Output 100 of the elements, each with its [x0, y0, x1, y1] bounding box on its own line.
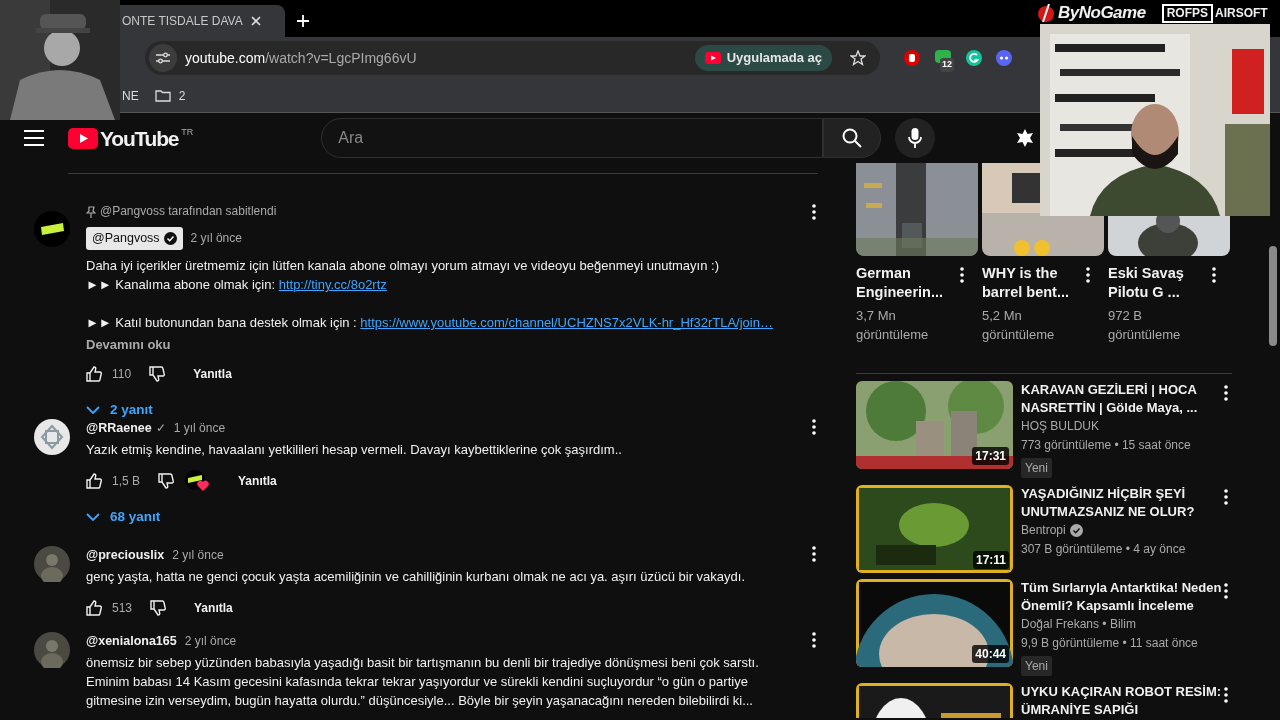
- reply-button[interactable]: Yanıtla: [220, 471, 295, 491]
- mic-icon: [908, 128, 923, 148]
- view-count: 5,2 Mn görüntüleme: [982, 307, 1056, 344]
- new-tab-icon[interactable]: [297, 15, 309, 27]
- extension-badge: 12: [940, 58, 954, 72]
- channel-name[interactable]: Bentropi: [1021, 521, 1066, 540]
- more-icon[interactable]: [1224, 489, 1228, 505]
- video-title[interactable]: KARAVAN GEZİLERİ | HOCA NASRETTİN | Gölde Maya, ...: [1021, 381, 1233, 417]
- chevron-icon: [86, 512, 100, 521]
- more-icon[interactable]: [812, 546, 816, 562]
- new-badge: Yeni: [1021, 458, 1052, 478]
- pinned-label: @Pangvoss tarafından sabitlendi: [100, 203, 277, 220]
- close-icon[interactable]: [250, 16, 261, 26]
- like-count: 110: [112, 365, 132, 383]
- logo-text: YouTube: [100, 127, 179, 149]
- video-title[interactable]: Tüm Sırlarıyla Antarktika! Neden Önemli? Kapsamlı İnceleme: [1021, 579, 1233, 615]
- video-meta: 9,9 B görüntüleme • 11 saat önce: [1021, 635, 1199, 652]
- more-icon[interactable]: [1224, 583, 1228, 599]
- more-icon[interactable]: [1212, 267, 1216, 283]
- badge-icon[interactable]: [1015, 128, 1036, 148]
- comment-time[interactable]: 2 yıl önce: [190, 229, 242, 248]
- video-meta: 307 B görüntüleme • 4 ay önce: [1021, 541, 1187, 558]
- video-meta: 773 görüntüleme • 15 saat önce: [1021, 437, 1192, 454]
- folder-icon: [154, 89, 171, 102]
- more-icon[interactable]: [812, 419, 816, 435]
- youtube-icon: [704, 52, 721, 64]
- sponsor-logo: ROFPS: [1161, 3, 1213, 23]
- author-name[interactable]: @xenialona165: [86, 632, 177, 651]
- like-icon[interactable]: [86, 473, 102, 489]
- dislike-icon[interactable]: [158, 473, 175, 489]
- chevron-icon: [86, 405, 100, 414]
- pin-icon: [86, 205, 96, 218]
- comment-time[interactable]: 2 yıl önce: [172, 546, 224, 565]
- like-count: 1,5 B: [112, 472, 141, 490]
- verified-icon: [163, 232, 177, 245]
- logo-icon: [1038, 4, 1054, 22]
- short-title[interactable]: German Engineerin...: [856, 264, 956, 302]
- avatar[interactable]: [34, 419, 70, 455]
- replies-button[interactable]: 68 yanıt: [86, 507, 161, 526]
- channel-name[interactable]: HOŞ BULDUK: [1021, 417, 1100, 436]
- comment-time[interactable]: 2 yıl önce: [184, 632, 237, 651]
- reply-button[interactable]: Yanıtla: [175, 364, 250, 384]
- comment-text: ►► Katıl butonundan bana destek olmak için : https://www.youtube.com/channel/UCHZNS7x2VLK-hr_Hf32rTLA/join…: [86, 314, 774, 332]
- avatar[interactable]: [34, 211, 70, 247]
- dislike-icon[interactable]: [150, 600, 167, 616]
- more-icon[interactable]: [1086, 267, 1090, 283]
- channel-name[interactable]: Doğal Frekans • Bilim: [1021, 615, 1136, 634]
- more-icon[interactable]: [960, 267, 964, 283]
- search-field[interactable]: Ara: [321, 118, 824, 158]
- play-icon: [68, 127, 98, 149]
- duration-label: 17:11: [972, 551, 1009, 569]
- more-icon[interactable]: [812, 632, 816, 648]
- comment-text: önemsiz bir sebep yüzünden babasıyla yaşadığı basit bir tartışmanın bu denli bir trajediye dönüşmesi beni çok sarstı. Eminim babası 14 Kasım gecesini kafasında tekrar tekrar yaşıyordur ve sürekli kendini suçluyordur “o gün o partiye gitmesine izin verseydim, bugün hayatta olurdu.” düşüncesiyle... Böyle bir şeyin yaşanacağını nereden bilebilirdi ki...: [86, 654, 760, 710]
- more-icon[interactable]: [1224, 385, 1228, 401]
- open-in-app-button[interactable]: Uygulamada aç: [694, 45, 832, 71]
- comment-text: ►► Kanalıma abone olmak için: http://tiny.cc/8o2rtz: [86, 276, 388, 294]
- search-button[interactable]: [823, 118, 882, 158]
- region-label: TR: [181, 127, 194, 137]
- link[interactable]: https://www.youtube.com/channel/UCHZNS7x2VLK-hr_Hf32rTLA/join…: [360, 315, 773, 330]
- author-name[interactable]: @preciouslix: [86, 546, 165, 565]
- dislike-icon[interactable]: [149, 366, 166, 382]
- view-count: 3,7 Mn görüntüleme: [856, 307, 930, 344]
- duration-label: 40:44: [972, 645, 1009, 663]
- read-more-link[interactable]: Devamını oku: [86, 335, 171, 354]
- sponsor-logo: ByNoGame: [1058, 2, 1146, 25]
- video-title[interactable]: YAŞADIĞINIZ HİÇBİR ŞEYİ UNUTMAZSANIZ NE OLUR?: [1021, 485, 1233, 521]
- comment-text: Daha iyi içerikler üretmemiz için lütfen kanala abone olmayı yorum atmayı ve videoyu beğenmeyi unutmayın :): [86, 257, 720, 275]
- sponsor-logo: AIRSOFT: [1215, 5, 1268, 22]
- voice-search-button[interactable]: [895, 118, 936, 158]
- link[interactable]: http://tiny.cc/8o2rtz: [278, 277, 387, 292]
- replies-button[interactable]: 2 yanıt: [86, 400, 153, 419]
- star-icon[interactable]: [850, 50, 866, 66]
- address-bar[interactable]: youtube.com/watch?v=LgcPImg66vU Uygulamada aç: [145, 41, 880, 75]
- duration-label: 17:31: [972, 447, 1009, 465]
- short-title[interactable]: Eski Savaş Pilotu G ...: [1108, 264, 1208, 302]
- menu-icon[interactable]: [24, 130, 44, 146]
- author-name[interactable]: @Pangvoss: [86, 227, 183, 250]
- check-mark: ✓: [155, 420, 166, 437]
- comment-text: Yazık etmiş kendine, havaalanı yetkilileri hesap vermeli. Davayı kaybettiklerine çok şaşırdım..: [86, 441, 623, 459]
- bookmark-label: 2: [178, 87, 186, 105]
- grammar-icon[interactable]: [966, 50, 982, 66]
- like-count: 513: [112, 599, 133, 617]
- bookmark[interactable]: NE: [122, 86, 139, 105]
- author-name[interactable]: @RRaenee: [86, 419, 152, 438]
- reply-button[interactable]: Yanıtla: [176, 598, 251, 618]
- more-icon[interactable]: [1224, 687, 1228, 703]
- search-icon: [842, 128, 863, 148]
- short-title[interactable]: WHY is the barrel bent...: [982, 264, 1082, 302]
- new-badge: Yeni: [1021, 656, 1052, 676]
- view-count: 972 B görüntüleme: [1108, 307, 1182, 344]
- like-icon[interactable]: [86, 600, 102, 616]
- comment-text: genç yaşta, hatta ne genci çocuk yaşta acemiliğinin ve cahilliğinin kurbanı olmak ne acı ya. aşırı üzücü bir vakaydı.: [86, 568, 746, 586]
- url-path: /watch?v=LgcPImg66vU: [265, 49, 417, 66]
- site-settings-icon[interactable]: [156, 52, 170, 64]
- url-host: youtube.com: [185, 49, 266, 66]
- comment-time[interactable]: 1 yıl önce: [173, 419, 226, 438]
- more-icon[interactable]: [812, 204, 816, 220]
- scrollbar-thumb[interactable]: [1268, 246, 1278, 346]
- like-icon[interactable]: [86, 366, 102, 382]
- video-title[interactable]: UYKU KAÇIRAN ROBOT RESİM: ÜMRANİYE SAPIĞI: [1021, 683, 1233, 718]
